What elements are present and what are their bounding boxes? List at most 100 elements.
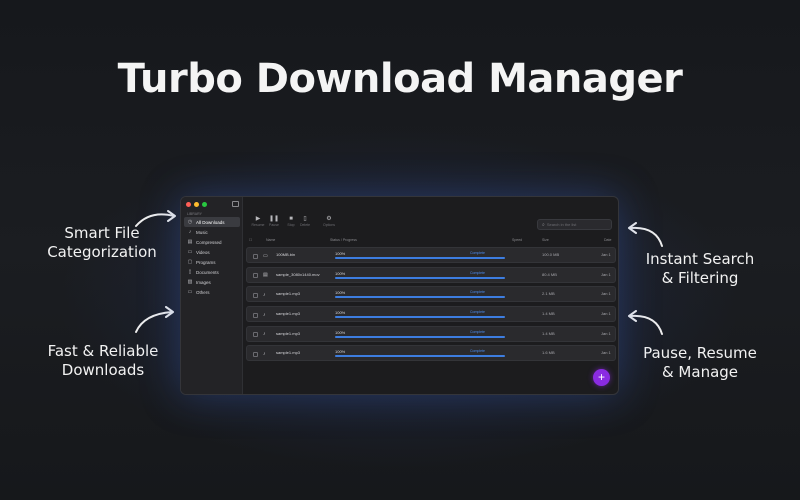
sidebar-item-all-downloads[interactable]: ◷ All Downloads xyxy=(184,217,240,227)
callout-line: Fast & Reliable xyxy=(47,342,159,360)
table-row[interactable]: ♪ sample1.mp3 100% Complete 1.6 MB Jan 1 xyxy=(246,345,616,362)
progress-bar xyxy=(335,335,505,338)
search-input[interactable] xyxy=(546,222,607,227)
row-checkbox[interactable] xyxy=(253,332,258,338)
music-icon: ♪ xyxy=(263,311,266,318)
delete-button[interactable]: ▯ Delete xyxy=(296,215,314,227)
main-panel: ▶Resume❚❚Pause■Stop▯Delete⚙Options ⌕ ☐ N… xyxy=(244,197,618,394)
progress-bar xyxy=(335,276,505,279)
file-name: sample1.mp3 xyxy=(276,330,301,336)
sidebar-item-compressed[interactable]: ▤ Compressed xyxy=(184,237,240,247)
progress-fill xyxy=(335,257,505,259)
progress-bar xyxy=(335,257,505,259)
file-date: Jan 1 xyxy=(601,350,611,356)
column-date[interactable]: Date xyxy=(604,238,611,242)
row-checkbox[interactable] xyxy=(253,312,258,318)
table-row[interactable]: ♪ sample1.mp3 100% Complete 2.1 MB Jan 1 xyxy=(246,286,616,303)
file-size: 1.4 MB xyxy=(542,311,555,317)
sidebar-item-label: Images xyxy=(196,279,211,285)
file-size: 1.4 MB xyxy=(542,330,555,336)
status-label: Complete xyxy=(470,290,485,295)
programs-icon: ▢ xyxy=(187,259,193,265)
file-size: 1.6 MB xyxy=(542,350,555,356)
sidebar-toggle-icon[interactable] xyxy=(232,201,239,207)
sidebar-item-programs[interactable]: ▢ Programs xyxy=(184,257,240,267)
image-icon: ▨ xyxy=(187,279,193,285)
table-row[interactable]: ▭ 100MB.bin 100% Complete 100.0 MB Jan 1 xyxy=(246,247,616,263)
progress-fill xyxy=(335,316,505,319)
row-checkbox[interactable] xyxy=(253,351,258,357)
app-window: LIBRARY ◷ All Downloads ♪ Music ▤ Compressed ▭… xyxy=(180,196,619,395)
callout-line: Categorization xyxy=(47,243,157,261)
sidebar: LIBRARY ◷ All Downloads ♪ Music ▤ Compressed ▭… xyxy=(181,197,243,394)
callout-line: Instant Search xyxy=(645,250,755,268)
arrow-icon xyxy=(628,222,663,247)
file-name: sample_3080x1440.mov xyxy=(276,271,320,277)
archive-icon: ▤ xyxy=(187,239,193,245)
add-download-button[interactable]: + xyxy=(593,369,610,386)
file-name: sample1.mp3 xyxy=(276,291,301,297)
sidebar-item-others[interactable]: ▭ Others xyxy=(184,287,240,297)
gear-icon: ⚙ xyxy=(326,216,332,222)
progress-percent: 100% xyxy=(335,251,346,256)
search-box[interactable]: ⌕ xyxy=(537,219,612,230)
table-row[interactable]: ▤ sample_3080x1440.mov 100% Complete 80.4 MB… xyxy=(246,266,616,283)
sidebar-item-videos[interactable]: ▭ Videos xyxy=(184,247,240,257)
callout-line: Pause, Resume xyxy=(643,344,757,362)
folder-icon: ▭ xyxy=(187,289,193,295)
table-row[interactable]: ♪ sample1.mp3 100% Complete 1.4 MB Jan 1 xyxy=(246,306,616,323)
progress-fill xyxy=(335,276,505,279)
table-row[interactable]: ♪ sample1.mp3 100% Complete 1.4 MB Jan 1 xyxy=(246,325,616,342)
row-checkbox[interactable] xyxy=(253,253,258,259)
progress-fill xyxy=(335,355,505,358)
callout-line: & Manage xyxy=(661,363,739,381)
status-label: Complete xyxy=(470,270,485,275)
options-button[interactable]: ⚙ Options xyxy=(320,215,338,227)
file-date: Jan 1 xyxy=(601,252,611,257)
window-controls xyxy=(186,202,207,207)
sidebar-item-images[interactable]: ▨ Images xyxy=(184,277,240,287)
column-speed[interactable]: Speed xyxy=(512,238,522,242)
download-list: ▭ 100MB.bin 100% Complete 100.0 MB Jan 1 ▤ samp… xyxy=(246,247,616,365)
close-window-button[interactable] xyxy=(186,202,191,207)
select-all-checkbox[interactable]: ☐ xyxy=(249,238,252,242)
status-label: Complete xyxy=(470,251,485,255)
toolbar-label: Pause xyxy=(269,223,279,227)
sidebar-item-label: Others xyxy=(196,289,210,295)
row-checkbox[interactable] xyxy=(253,292,258,298)
file-size: 2.1 MB xyxy=(542,291,555,297)
file-date: Jan 1 xyxy=(601,330,611,336)
search-icon: ⌕ xyxy=(542,221,545,228)
sidebar-item-music[interactable]: ♪ Music xyxy=(184,227,240,237)
pause-button[interactable]: ❚❚ Pause xyxy=(265,215,283,227)
sidebar-list: ◷ All Downloads ♪ Music ▤ Compressed ▭ Videos ▢ P… xyxy=(184,217,240,297)
sidebar-item-label: Programs xyxy=(196,259,216,265)
document-icon: ▯ xyxy=(188,269,192,275)
column-status[interactable]: Status / Progress xyxy=(330,238,357,242)
zoom-window-button[interactable] xyxy=(202,202,207,207)
callout-line: & Filtering xyxy=(661,269,739,287)
video-icon: ▭ xyxy=(187,249,193,255)
column-header: ☐ Name Status / Progress Speed Size Date xyxy=(244,237,618,245)
row-checkbox[interactable] xyxy=(253,273,258,279)
progress-bar xyxy=(335,296,505,299)
arrow-icon xyxy=(135,210,176,227)
column-name[interactable]: Name xyxy=(266,238,275,242)
sidebar-item-label: Videos xyxy=(196,249,210,255)
file-date: Jan 1 xyxy=(601,291,611,297)
sidebar-item-documents[interactable]: ▯ Documents xyxy=(184,267,240,277)
callout-pause-resume: Pause, Resume & Manage xyxy=(630,344,770,382)
status-label: Complete xyxy=(470,310,485,315)
music-icon: ♪ xyxy=(263,350,266,357)
progress-bar xyxy=(335,316,505,319)
toolbar-label: Options xyxy=(322,223,336,227)
arrow-icon xyxy=(135,306,174,333)
file-name: 100MB.bin xyxy=(276,252,296,257)
music-icon: ♪ xyxy=(188,229,192,235)
video-icon: ▤ xyxy=(263,272,268,279)
progress-fill xyxy=(335,335,505,338)
file-date: Jan 1 xyxy=(601,271,611,277)
minimize-window-button[interactable] xyxy=(194,202,199,207)
column-size[interactable]: Size xyxy=(542,238,549,242)
progress-percent: 100% xyxy=(335,310,346,316)
